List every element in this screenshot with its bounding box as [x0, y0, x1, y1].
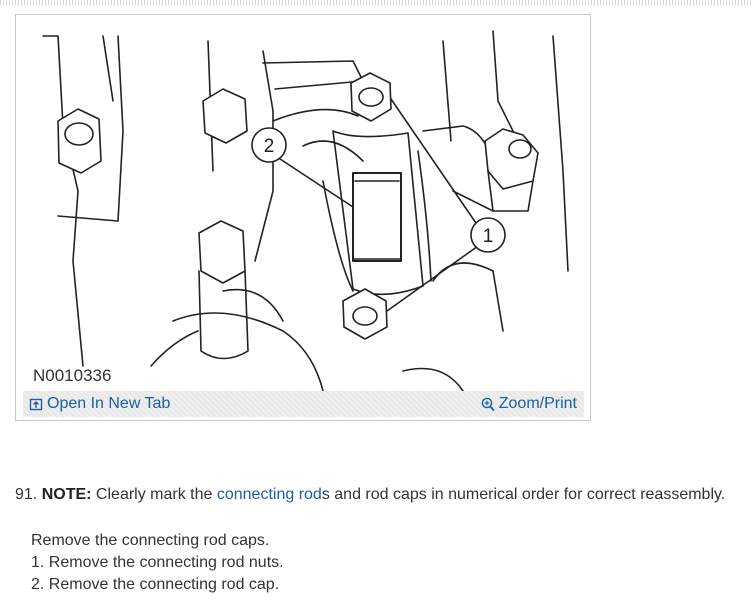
- connecting-rod-link[interactable]: connecting rod: [217, 486, 322, 503]
- step-91: 91. NOTE: Clearly mark the connecting ro…: [15, 486, 725, 504]
- open-in-new-tab-label: Open In New Tab: [47, 395, 171, 412]
- instruction-item-2: 2. Remove the connecting rod cap.: [31, 576, 280, 593]
- instruction-intro: Remove the connecting rod caps.: [31, 532, 270, 549]
- figure-toolbar: Open In New Tab Zoom/Print: [23, 391, 584, 417]
- figure-id-label: N0010336: [33, 366, 112, 385]
- engine-diagram: 2 1 N0010336: [23, 21, 584, 394]
- callout-1-label: 1: [483, 226, 494, 247]
- instruction-item-1: 1. Remove the connecting rod nuts.: [31, 554, 284, 571]
- open-new-tab-icon: [29, 397, 43, 411]
- open-in-new-tab-link[interactable]: Open In New Tab: [29, 395, 170, 413]
- zoom-print-link[interactable]: Zoom/Print: [481, 395, 577, 413]
- zoom-print-label: Zoom/Print: [498, 395, 577, 412]
- callout-2-label: 2: [264, 136, 275, 157]
- magnifier-plus-icon: [481, 397, 495, 412]
- step-number: 91.: [15, 486, 38, 503]
- figure-panel: 2 1 N0010336 Open In New Tab Zoom/Print: [15, 14, 591, 421]
- note-label: NOTE:: [41, 486, 92, 503]
- note-text-before: Clearly mark the: [91, 486, 217, 503]
- note-text-after: s and rod caps in numerical order for co…: [321, 486, 726, 503]
- connecting-rod-illustration: 2 1: [42, 30, 569, 392]
- top-border-strip: [0, 0, 753, 6]
